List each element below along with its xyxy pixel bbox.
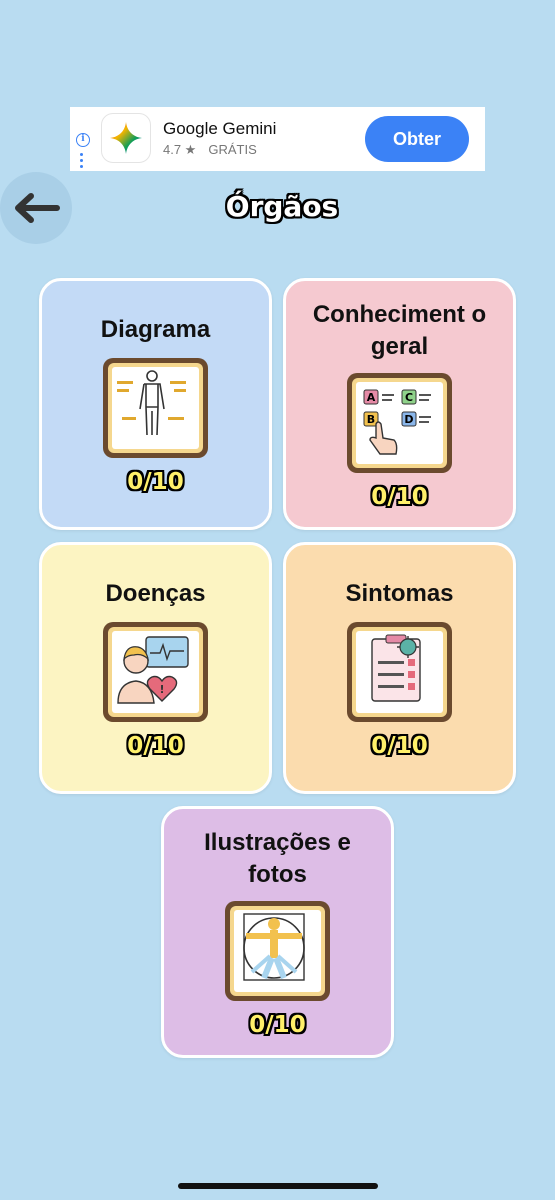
card-label: Sintomas <box>345 580 454 607</box>
card-ilustracoes-fotos[interactable]: Ilustrações e fotos 0/10 <box>161 806 394 1058</box>
human-body-diagram-icon <box>103 358 208 458</box>
card-score: 0/10 <box>371 733 428 759</box>
ad-app-name: Google Gemini <box>163 119 277 138</box>
card-doencas[interactable]: Doenças ! 0/10 <box>39 542 272 794</box>
ad-price: GRÁTIS <box>208 142 257 157</box>
card-score: 0/10 <box>127 733 184 759</box>
multiple-choice-abcd-icon: A C B D <box>347 373 452 473</box>
ad-choices-icon <box>80 153 83 171</box>
card-conhecimento-geral[interactable]: Conheciment o geral A C B D 0/10 <box>283 278 516 530</box>
svg-text:A: A <box>367 391 376 404</box>
info-icon[interactable]: i <box>76 133 90 147</box>
vitruvian-man-icon <box>225 901 330 1001</box>
ad-meta: 4.7 ★ GRÁTIS <box>163 142 257 158</box>
ad-get-button[interactable]: Obter <box>365 116 469 162</box>
page-title: Órgãos <box>225 190 339 223</box>
svg-text:C: C <box>405 391 413 404</box>
card-label: Ilustrações e fotos <box>204 829 351 888</box>
card-label: Conheciment o geral <box>312 301 487 360</box>
card-score: 0/10 <box>249 1012 306 1038</box>
symptom-checklist-icon <box>347 622 452 722</box>
svg-text:!: ! <box>159 683 164 696</box>
svg-text:B: B <box>367 413 375 426</box>
card-diagrama[interactable]: Diagrama 0/10 <box>39 278 272 530</box>
card-sintomas[interactable]: Sintomas 0/10 <box>283 542 516 794</box>
card-score: 0/10 <box>371 484 428 510</box>
card-label: Doenças <box>105 580 206 607</box>
card-label: Diagrama <box>100 316 211 343</box>
gemini-sparkle-icon <box>101 113 151 163</box>
home-indicator[interactable] <box>178 1183 378 1189</box>
patient-monitor-heart-icon: ! <box>103 622 208 722</box>
ad-rating: 4.7 ★ <box>163 142 197 157</box>
card-score: 0/10 <box>127 469 184 495</box>
ad-banner[interactable]: i Google Gemini 4.7 ★ GRÁTIS Obter <box>70 107 485 171</box>
svg-text:D: D <box>404 413 413 426</box>
